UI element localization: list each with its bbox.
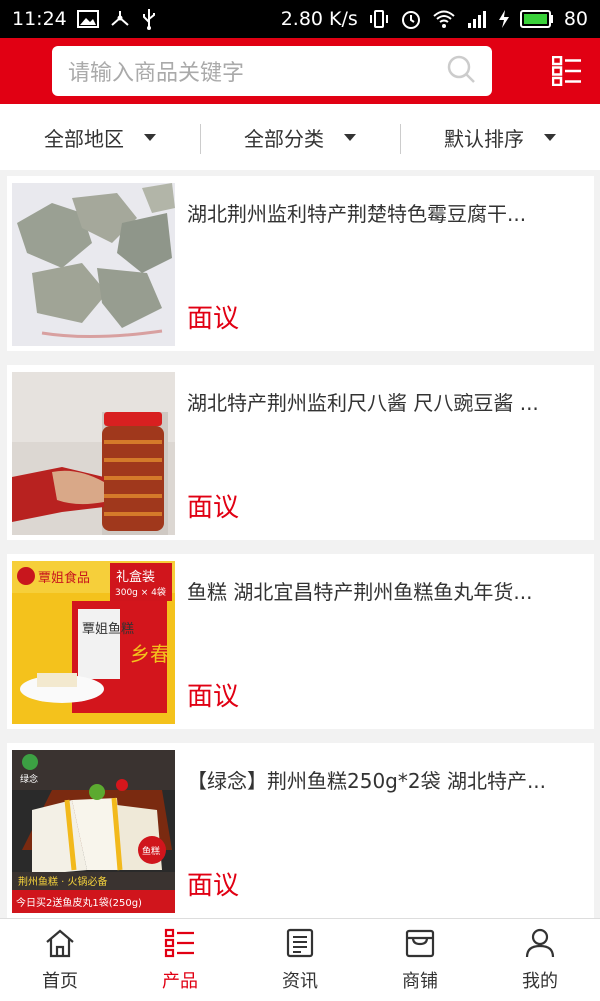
caret-down-icon: [344, 133, 356, 141]
battery-level: 80: [563, 8, 588, 30]
nav-label: 商铺: [402, 970, 438, 992]
product-card[interactable]: 绿念 荆州鱼糕 · 火锅必备 今日买2送鱼皮丸1袋(250g) 鱼糕 【绿念】荆…: [7, 743, 594, 918]
product-price: 面议: [187, 493, 240, 523]
network-speed: 2.80 K/s: [280, 8, 358, 30]
product-title[interactable]: 湖北特产荆州监利尺八酱 尺八豌豆酱 ...: [187, 387, 577, 416]
signal-icon: [466, 9, 488, 29]
alarm-icon: [400, 8, 422, 30]
caret-down-icon: [144, 133, 156, 141]
product-card[interactable]: 湖北特产荆州监利尺八酱 尺八豌豆酱 ... 面议: [7, 365, 594, 540]
status-time: 11:24: [12, 8, 67, 30]
product-title[interactable]: 鱼糕 湖北宜昌特产荆州鱼糕鱼丸年货...: [187, 576, 577, 605]
thumb-brand: 绿念: [20, 773, 38, 785]
thumb-tag: 荆州鱼糕 · 火锅必备: [18, 875, 108, 888]
filter-region[interactable]: 全部地区: [0, 104, 200, 170]
nav-label: 产品: [162, 970, 198, 992]
product-card[interactable]: 覃姐食品 礼盒装 300g × 4袋 覃姐鱼糕 乡春 鱼糕 湖北宜昌特产荆州鱼糕…: [7, 554, 594, 729]
product-image[interactable]: [12, 183, 175, 346]
wifi-icon: [432, 9, 456, 29]
bottom-nav: 首页 产品 资讯 商铺 我的: [0, 918, 600, 1001]
product-card[interactable]: 湖北荆州监利特产荆楚特色霉豆腐干... 面议: [7, 176, 594, 351]
home-icon: [44, 928, 76, 963]
store-icon: [404, 928, 436, 963]
product-list-icon: [164, 928, 196, 963]
search-input[interactable]: 请输入商品关键字: [52, 46, 492, 96]
image-icon: [76, 10, 99, 28]
nav-label: 我的: [522, 970, 558, 992]
filter-sort[interactable]: 默认排序: [400, 104, 600, 170]
filter-label: 全部分类: [244, 126, 324, 151]
nav-news[interactable]: 资讯: [240, 919, 360, 1001]
product-image[interactable]: [12, 372, 175, 535]
search-icon[interactable]: [446, 54, 476, 88]
thumb-giftbox: 礼盒装: [116, 569, 155, 585]
search-placeholder: 请输入商品关键字: [68, 61, 245, 86]
thumb-brand: 覃姐食品: [38, 570, 90, 586]
thumb-spec: 300g × 4袋: [115, 586, 166, 598]
product-image[interactable]: 绿念 荆州鱼糕 · 火锅必备 今日买2送鱼皮丸1袋(250g) 鱼糕: [12, 750, 175, 913]
nav-store[interactable]: 商铺: [360, 919, 480, 1001]
product-image[interactable]: 覃姐食品 礼盒装 300g × 4袋 覃姐鱼糕 乡春: [12, 561, 175, 724]
charging-icon: [498, 9, 510, 29]
battery-icon: [519, 10, 554, 28]
thumb-bag-label: 覃姐鱼糕: [82, 621, 134, 637]
filter-bar: 全部地区 全部分类 默认排序: [0, 104, 600, 170]
product-price: 面议: [187, 304, 240, 334]
product-title[interactable]: 【绿念】荆州鱼糕250g*2袋 湖北特产...: [187, 765, 577, 794]
thumb-side-text: 乡春: [130, 642, 170, 666]
product-price: 面议: [187, 871, 240, 901]
caret-down-icon: [544, 133, 556, 141]
filter-label: 全部地区: [44, 126, 124, 151]
vibrate-icon: [368, 9, 390, 29]
thumb-badge: 鱼糕: [142, 845, 160, 857]
usb-hub-icon: [109, 9, 131, 29]
product-title[interactable]: 湖北荆州监利特产荆楚特色霉豆腐干...: [187, 198, 577, 227]
product-price: 面议: [187, 682, 240, 712]
nav-label: 首页: [42, 970, 78, 992]
thumb-promo: 今日买2送鱼皮丸1袋(250g): [16, 896, 142, 909]
nav-label: 资讯: [282, 970, 318, 992]
status-bar: 11:24 2.80 K/s 80: [0, 0, 600, 38]
app-header: 请输入商品关键字: [0, 38, 600, 104]
nav-mine[interactable]: 我的: [480, 919, 600, 1001]
filter-category[interactable]: 全部分类: [200, 104, 400, 170]
category-menu-icon[interactable]: [551, 55, 582, 87]
news-icon: [284, 928, 316, 963]
usb-icon: [141, 8, 157, 30]
nav-home[interactable]: 首页: [0, 919, 120, 1001]
nav-products[interactable]: 产品: [120, 919, 240, 1001]
user-icon: [524, 928, 556, 963]
filter-label: 默认排序: [444, 126, 524, 151]
